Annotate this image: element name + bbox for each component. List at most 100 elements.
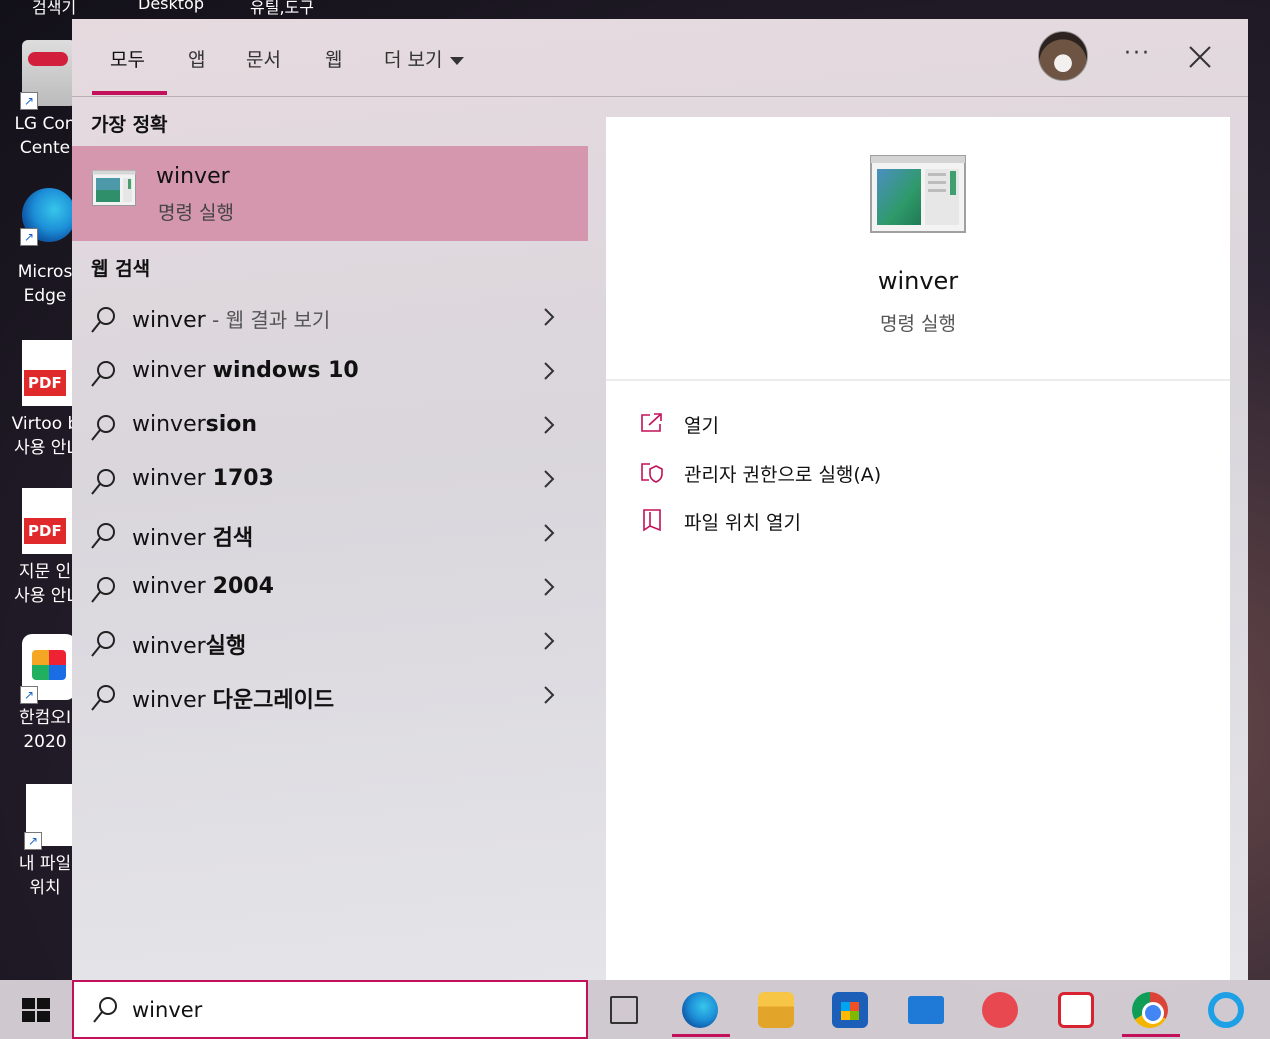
preview-app-name: winver [877,267,959,295]
search-panel: 모두 앱 문서 웹 더 보기 ··· 가장 정확 winver 명령 실행 웹 … [72,19,1248,980]
query-prefix: winver [132,574,213,599]
lg-control-icon: ↗ [20,40,76,110]
running-indicator [1122,1034,1180,1037]
web-search-item[interactable]: winver 검색 [72,508,588,562]
chevron-right-icon [544,524,555,542]
winver-app-icon [870,155,966,233]
chevron-right-icon [544,632,555,650]
chevron-right-icon [544,416,555,434]
edge-icon[interactable] [682,992,718,1028]
query-prefix: winver [132,358,213,383]
query-suggestion: 2004 [212,574,274,599]
search-tabs: 모두 앱 문서 웹 더 보기 ··· [72,19,1248,97]
windows-start-icon[interactable] [22,998,50,1022]
shortcut-arrow-icon: ↗ [24,832,42,850]
tab-apps[interactable]: 앱 [188,45,205,72]
desktop-label: 검색기 [32,0,77,17]
query-prefix: winver [132,412,206,437]
hancom-office-icon: ↗ [20,634,76,704]
search-icon [91,631,115,657]
chrome-icon[interactable] [1132,992,1168,1028]
search-icon [91,685,115,711]
best-match-type: 명령 실행 [158,202,234,224]
taskbar-search-box[interactable]: winver [72,980,588,1039]
best-match-heading: 가장 정확 [91,114,168,136]
active-tab-indicator [92,91,167,95]
query-suggestion: windows 10 [212,358,359,383]
web-search-item[interactable]: winver실행 [72,616,588,670]
shortcut-arrow-icon: ↗ [20,686,38,704]
action-open-file-location[interactable]: 파일 위치 열기 [640,506,1200,536]
running-indicator [672,1034,730,1037]
sync-icon[interactable] [1058,992,1094,1028]
query-suggestion: 실행 [205,634,247,659]
search-icon [91,523,115,549]
desktop-label: 유틸,도구 [250,0,314,17]
search-icon [93,997,117,1023]
chevron-right-icon [544,362,555,380]
results-column: 가장 정확 winver 명령 실행 웹 검색 winver - 웹 결과 보기… [72,98,588,980]
web-search-item-text: winversion [132,412,257,437]
best-match-name: winver [156,164,230,189]
divider [606,379,1230,381]
desktop-label: Desktop [138,0,204,13]
query-prefix: winver [132,634,206,659]
search-icon [91,469,115,495]
pdf-icon [22,488,76,554]
caret-down-icon [450,56,465,65]
mail-icon[interactable] [908,996,944,1024]
query-suffix: - 웹 결과 보기 [205,308,331,332]
action-label: 파일 위치 열기 [684,512,801,534]
query-suggestion: 1703 [212,466,274,491]
query-suggestion: sion [205,412,258,437]
chevron-right-icon [544,470,555,488]
action-run-as-admin[interactable]: 관리자 권한으로 실행(A) [640,458,1200,488]
tab-documents[interactable]: 문서 [246,45,281,72]
web-search-item[interactable]: winver - 웹 결과 보기 [72,292,588,346]
tab-all[interactable]: 모두 [110,45,145,72]
web-search-item[interactable]: winver 2004 [72,562,588,616]
shield-icon [641,463,663,483]
action-label: 열기 [684,415,719,437]
web-search-item-text: winver - 웹 결과 보기 [132,304,330,333]
desktop-top-labels: 검색기 Desktop 유틸,도구 [0,0,400,17]
winver-app-icon [92,170,136,206]
tab-web[interactable]: 웹 [325,45,342,72]
web-search-item-text: winver windows 10 [132,358,359,383]
search-icon [91,361,115,387]
file-icon: ↗ [24,784,72,850]
search-icon [91,415,115,441]
edge-icon: ↗ [20,188,76,246]
avatar[interactable] [1038,31,1088,81]
close-icon[interactable] [1186,43,1214,71]
query-prefix: winver [132,526,213,551]
chevron-right-icon [544,578,555,596]
web-search-item-text: winver 1703 [132,466,274,491]
chevron-right-icon [544,686,555,704]
web-search-item[interactable]: winver 1703 [72,454,588,508]
web-search-item[interactable]: winver 다운그레이드 [72,670,588,724]
open-icon [641,413,662,432]
web-search-item[interactable]: winver windows 10 [72,346,588,400]
task-view-icon[interactable] [610,996,638,1024]
action-open[interactable]: 열기 [640,409,1200,439]
query-prefix: winver [132,308,206,333]
web-search-item-text: winver 검색 [132,520,253,552]
query-prefix: winver [132,466,213,491]
web-search-item[interactable]: winversion [72,400,588,454]
internet-explorer-icon[interactable] [1208,992,1244,1028]
search-icon [91,577,115,603]
file-explorer-icon[interactable] [758,992,794,1028]
web-search-item-text: winver실행 [132,628,246,660]
pdf-icon [22,340,76,406]
chatbot-icon[interactable] [982,992,1018,1028]
search-input[interactable]: winver [132,998,202,1022]
taskbar: winver [0,980,1270,1039]
best-match-item[interactable]: winver 명령 실행 [72,146,588,241]
tab-more-label: 더 보기 [384,49,443,71]
tab-more[interactable]: 더 보기 [384,45,465,72]
query-prefix: winver [132,688,213,713]
shortcut-arrow-icon: ↗ [20,92,38,110]
more-options-button[interactable]: ··· [1124,41,1151,66]
microsoft-store-icon[interactable] [832,992,868,1028]
